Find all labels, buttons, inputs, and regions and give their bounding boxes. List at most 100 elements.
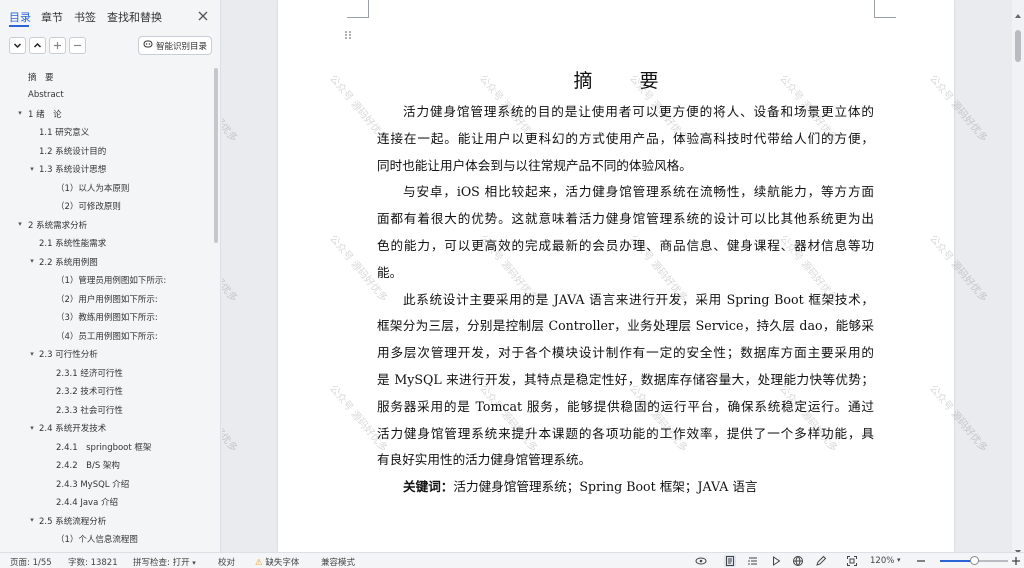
missing-font-button[interactable]: ⚠ 缺失字体	[255, 556, 299, 568]
toc-item[interactable]: （1）以人为本原则	[56, 179, 129, 196]
paragraph-line: 服务器采用的是 Tomcat 服务，能够提供稳固的运行平台，确保系统稳定运行。通…	[377, 398, 874, 414]
spellcheck-toggle[interactable]: 拼写检查: 打开 ▾	[133, 556, 196, 568]
tab-bookmarks[interactable]: 书签	[74, 9, 96, 25]
paragraph-line: 用多层次管理开发，对于各个模块设计制作有一定的安全性；数据库方面主要采用的	[377, 345, 874, 361]
paragraph-line: 有良好实用性的活力健身馆管理系统。	[377, 452, 592, 468]
paragraph-line: 此系统设计主要采用的是 JAVA 语言来进行开发，采用 Spring Boot …	[403, 291, 874, 307]
toc-item[interactable]: 2.3.2 技术可行性	[56, 383, 123, 400]
paragraph-line: 是 MySQL 来进行开发，其特点是稳定性好，数据库存储容量大，处理能力快等优势…	[377, 372, 874, 387]
watermark-text: 公众号 源码好优多	[327, 383, 390, 455]
paragraph-line: 能。	[377, 264, 403, 280]
caret-down-icon[interactable]: ▾	[28, 350, 36, 358]
zoom-slider-knob[interactable]	[969, 556, 979, 565]
document-title: 摘 要	[573, 70, 673, 92]
tab-toc[interactable]: 目录	[9, 9, 31, 25]
paragraph-line: 与安卓，iOS 相比较起来，活力健身馆管理系统在流畅性，续航能力，等方方面	[403, 184, 874, 200]
eye-icon[interactable]	[695, 555, 707, 567]
remove-heading-button[interactable]	[69, 37, 86, 54]
paragraph-line: 色的能力，可以更高效的完成最新的会员办理、商品信息、健身课程、器材信息等功	[377, 238, 874, 253]
toc-item[interactable]: （2）可修改原则	[56, 198, 121, 215]
toc-item[interactable]: （3）教练用例图如下所示:	[56, 309, 158, 326]
toc-item[interactable]: 2.4.2 B/S 架构	[56, 457, 120, 474]
toc-item[interactable]: 2.4.4 Java 介绍	[56, 494, 118, 511]
drag-handle-icon[interactable]	[344, 25, 352, 39]
toc-item[interactable]: 1.1 研究意义	[39, 124, 89, 141]
caret-down-icon[interactable]: ▾	[16, 109, 24, 117]
paragraph-line: 框架分为三层，分别是控制层 Controller，业务处理层 Service，持…	[377, 318, 874, 334]
zoom-level[interactable]: 120%	[870, 556, 894, 566]
proofread-button[interactable]: 校对	[218, 556, 235, 568]
toc-toolbar: 智能识别目录	[0, 36, 221, 57]
watermark-text: 公众号 源码好优多	[627, 383, 690, 455]
watermark-text: 公众号 源码好优多	[927, 233, 990, 305]
add-heading-button[interactable]	[49, 37, 66, 54]
toc-item[interactable]: Abstract	[28, 87, 64, 104]
keywords-line: 关键词：活力健身馆管理系统；Spring Boot 框架；JAVA 语言	[403, 476, 758, 495]
toc-item[interactable]: 2.5 系统流程分析	[39, 512, 106, 529]
toc-item[interactable]: 2.2 系统用例图	[39, 253, 98, 270]
toc-item[interactable]: 2.4.1 springboot 框架	[56, 438, 151, 455]
paragraph-line: 活力健身馆管理系统来提升本课题的各项功能的工作效率，提供了一个多样功能，具	[377, 425, 874, 441]
document-page[interactable]: 摘 要 活力健身馆管理系统的目的是让使用者可以更方便的将人、设备和场景更立体的连…	[222, 0, 989, 552]
toc-item[interactable]: （4）员工用例图如下所示:	[56, 327, 158, 344]
expand-down-button[interactable]	[9, 37, 26, 54]
tab-find-replace[interactable]: 查找和替换	[107, 9, 162, 25]
paragraph-line: 活力健身馆管理系统的目的是让使用者可以更方便的将人、设备和场景更立体的	[403, 104, 874, 119]
watermark-text: 公众号 源码好优多	[777, 383, 840, 455]
close-icon[interactable]	[196, 8, 210, 22]
caret-down-icon[interactable]: ▾	[28, 165, 36, 173]
toc-item[interactable]: 2.1 系统性能需求	[39, 235, 106, 252]
play-icon[interactable]	[770, 555, 782, 567]
caret-down-icon[interactable]: ▾	[28, 516, 36, 524]
scroll-down-icon[interactable]	[1015, 540, 1021, 554]
toc-item[interactable]: 2.3.3 社会可行性	[56, 401, 123, 418]
toc-item[interactable]: （1）个人信息流程图	[56, 531, 138, 548]
fit-page-icon[interactable]	[846, 555, 858, 567]
outline-view-icon[interactable]	[747, 555, 759, 567]
zoom-in-icon[interactable]	[1010, 555, 1022, 567]
watermark-text: 公众号 源码好优多	[222, 73, 240, 145]
collapse-up-button[interactable]	[29, 37, 46, 54]
watermark-text: 公众号 源码好优多	[927, 383, 990, 455]
tab-chapters[interactable]: 章节	[41, 9, 63, 25]
toc-item[interactable]: 1.3 系统设计思想	[39, 161, 106, 178]
scrollbar-thumb[interactable]	[1015, 30, 1021, 62]
caret-down-icon[interactable]: ▾	[16, 220, 24, 228]
toc-item[interactable]: 2.4.3 MySQL 介绍	[56, 475, 129, 492]
page-indicator[interactable]: 页面: 1/55	[10, 556, 52, 568]
page-view-icon[interactable]	[724, 555, 736, 567]
toc-item[interactable]: 1 绪 论	[28, 105, 62, 122]
vertical-scrollbar[interactable]	[1012, 0, 1024, 554]
active-tab-indicator	[9, 25, 29, 27]
word-count[interactable]: 字数: 13821	[68, 556, 118, 568]
toc-item[interactable]: 2.4 系统开发技术	[39, 420, 106, 437]
chevron-down-icon[interactable]: ▾	[897, 556, 901, 564]
paragraph-line: 同时也能让用户体会到与以往常规产品不同的体验风格。	[377, 157, 692, 173]
toc-item[interactable]: 1.2 系统设计目的	[39, 142, 106, 159]
margin-corner-top-left	[347, 0, 369, 18]
smart-toc-button[interactable]: 智能识别目录	[138, 36, 212, 55]
caret-down-icon[interactable]: ▾	[28, 424, 36, 432]
status-bar: 页面: 1/55 字数: 13821 拼写检查: 打开 ▾ 校对 ⚠ 缺失字体 …	[0, 552, 1024, 568]
toc-item[interactable]: （2）用户用例图如下所示:	[56, 290, 158, 307]
compat-mode-label: 兼容模式	[321, 558, 356, 568]
toc-item[interactable]: 2 系统需求分析	[28, 216, 87, 233]
margin-corner-top-right	[874, 0, 896, 18]
toc-list: 摘 要 Abstract ▾ 1 绪 论 1.1 研究意义 1.2 系统设计目的 ▾ 1.3 …	[0, 66, 212, 552]
watermark-text: 公众号 源码好优多	[222, 383, 240, 455]
watermark-text: 公众号 源码好优多	[477, 383, 540, 455]
toc-item[interactable]: 2.3 可行性分析	[39, 346, 98, 363]
toc-item[interactable]: （1）管理员用例图如下所示:	[56, 272, 166, 289]
pen-icon[interactable]	[815, 555, 827, 567]
zoom-slider-fill	[940, 560, 974, 562]
missing-font-label: 缺失字体	[265, 558, 300, 568]
toc-item[interactable]: 2.3.1 经济可行性	[56, 364, 123, 381]
scroll-up-icon[interactable]	[1015, 4, 1021, 18]
toc-item[interactable]: 摘 要	[28, 68, 54, 85]
caret-down-icon[interactable]: ▾	[28, 257, 36, 265]
globe-icon[interactable]	[792, 555, 804, 567]
paragraph-line: 面都有着很大的优势。这就意味着活力健身馆管理系统的设计可以比其他系统更为出	[377, 211, 874, 227]
toc-scrollbar[interactable]	[214, 68, 218, 243]
zoom-slider[interactable]	[940, 556, 1008, 565]
zoom-out-icon[interactable]	[915, 555, 927, 567]
